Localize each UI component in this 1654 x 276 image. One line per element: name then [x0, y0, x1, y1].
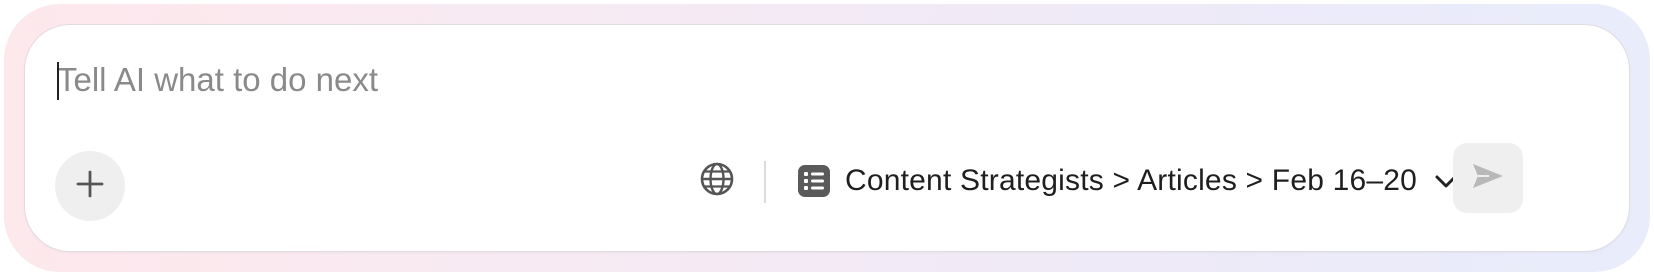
context-selector[interactable]: Content Strategists > Articles > Feb 16–…	[796, 157, 1461, 205]
send-icon	[1471, 161, 1505, 196]
prompt-input[interactable]	[55, 55, 1597, 105]
send-button[interactable]	[1453, 143, 1523, 213]
ai-prompt-composer: Content Strategists > Articles > Feb 16–…	[24, 24, 1630, 252]
add-button[interactable]	[55, 151, 125, 221]
web-search-toggle[interactable]	[695, 159, 739, 203]
plus-icon	[75, 169, 105, 204]
globe-icon	[699, 161, 735, 202]
text-caret	[57, 62, 59, 100]
context-label: Content Strategists > Articles > Feb 16–…	[845, 164, 1418, 197]
toolbar-divider	[764, 161, 766, 203]
list-icon	[796, 163, 832, 199]
